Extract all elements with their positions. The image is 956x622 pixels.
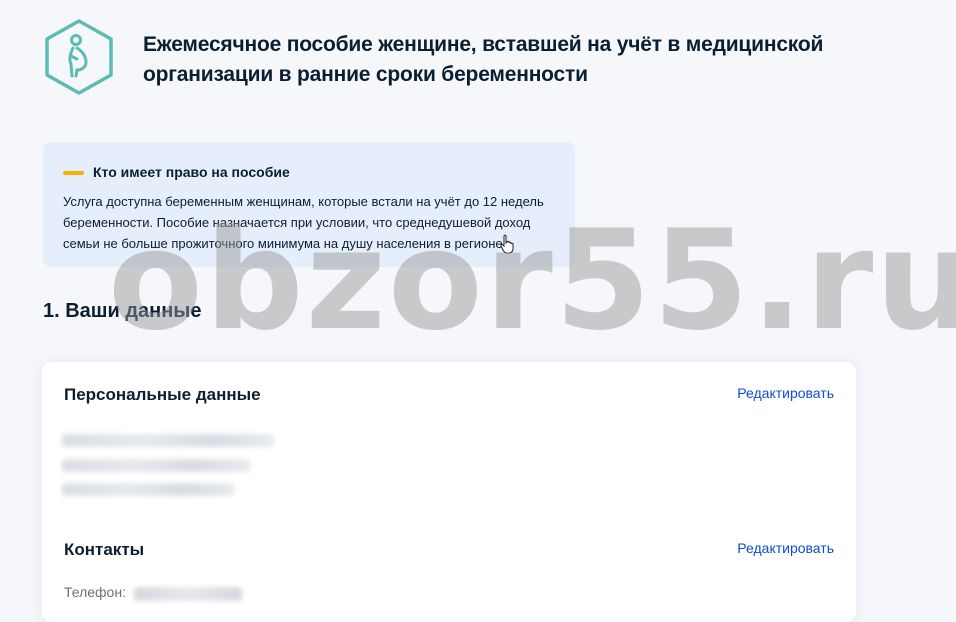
personal-data-heading: Персональные данные — [64, 385, 261, 404]
blurred-birth-date — [62, 459, 250, 472]
blurred-full-name — [62, 434, 274, 447]
pregnant-woman-icon — [45, 19, 113, 95]
info-text: Услуга доступна беременным женщинам, кот… — [63, 194, 544, 251]
info-accent-bar — [63, 171, 84, 175]
eligibility-info-box: Кто имеет право на пособие Услуга доступ… — [43, 142, 575, 267]
info-heading: Кто имеет право на пособие — [93, 164, 290, 180]
contacts-heading: Контакты — [64, 540, 145, 559]
phone-label: Телефон: — [64, 584, 126, 600]
edit-contacts-link[interactable]: Редактировать — [737, 540, 834, 556]
blurred-document — [62, 483, 234, 496]
user-data-card: Персональные данные Редактировать Контак… — [42, 362, 856, 622]
section-title: 1. Ваши данные — [43, 300, 202, 322]
page-title: Ежемесячное пособие женщине, вставшей на… — [143, 33, 824, 86]
edit-personal-data-link[interactable]: Редактировать — [737, 385, 834, 401]
hand-pointer-icon — [500, 234, 514, 254]
